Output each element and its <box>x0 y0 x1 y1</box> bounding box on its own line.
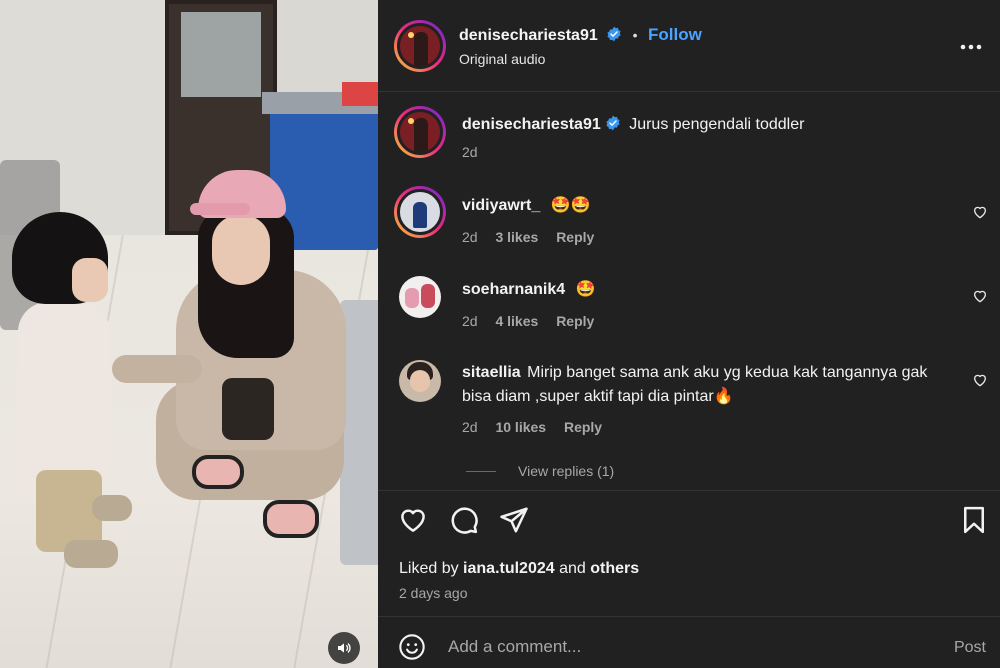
author-line: denisechariesta91 • Follow <box>459 25 702 45</box>
comment-like-heart-icon[interactable] <box>972 372 988 388</box>
comment-username[interactable]: soeharnanik4 <box>462 281 565 298</box>
post-header: denisechariesta91 • Follow Original audi… <box>378 0 1000 92</box>
comment-avatar-image <box>397 189 443 235</box>
comment-avatar[interactable] <box>399 360 441 402</box>
comment-text: vidiyawrt_ 🤩🤩 <box>462 194 942 218</box>
emoji-icon[interactable] <box>398 633 426 661</box>
comment-likes[interactable]: 10 likes <box>495 419 546 435</box>
post-details-panel: denisechariesta91 • Follow Original audi… <box>378 0 1000 668</box>
comment-avatar[interactable] <box>394 186 446 238</box>
liked-by-mid: and <box>554 560 591 577</box>
post-date[interactable]: 2 days ago <box>399 585 468 601</box>
comment-icon[interactable] <box>449 505 479 535</box>
verified-badge-icon <box>606 115 620 131</box>
reply-button[interactable]: Reply <box>556 313 594 329</box>
toddler-shirt <box>18 302 110 484</box>
caption-author-avatar[interactable] <box>394 106 446 158</box>
caption-username[interactable]: denisechariesta91 <box>462 116 601 133</box>
woman-shoe-right <box>263 500 319 538</box>
woman-arm <box>112 355 202 383</box>
comment-likes[interactable]: 4 likes <box>495 313 538 329</box>
avatar-figure <box>414 118 428 152</box>
toddler-face <box>72 258 108 302</box>
post-media-video[interactable] <box>0 0 378 668</box>
caption-text: denisechariesta91 Jurus pengendali toddl… <box>462 113 942 137</box>
more-options-icon[interactable] <box>960 38 982 50</box>
comment-body: 🤩🤩 <box>550 197 591 214</box>
comment-text: sitaellia Mirip banget sama ank aku yg k… <box>462 361 942 409</box>
liked-by-line: Liked by iana.tul2024 and others <box>399 560 639 578</box>
woman-cap-brim <box>190 203 250 215</box>
comment-item: soeharnanik4 🤩 2d 4 likes Reply <box>378 272 1000 342</box>
door-glass <box>181 12 261 97</box>
woman-face <box>212 215 270 285</box>
comment-body: Mirip banget sama ank aku yg kedua kak t… <box>462 364 928 405</box>
comment-avatar[interactable] <box>399 276 441 318</box>
comment-age: 2d <box>462 229 478 245</box>
replies-divider-line <box>466 470 496 472</box>
comment-like-heart-icon[interactable] <box>972 204 988 220</box>
comment-username[interactable]: vidiyawrt_ <box>462 197 540 214</box>
post-comment-button[interactable]: Post <box>954 639 986 657</box>
comment-item: vidiyawrt_ 🤩🤩 2d 3 likes Reply <box>378 186 1000 256</box>
comment-body: 🤩 <box>575 281 596 298</box>
avatar-figure <box>414 32 428 66</box>
liked-by-others[interactable]: others <box>590 560 639 577</box>
toddler-shoe-left <box>64 540 118 568</box>
avatar-figure <box>413 202 427 228</box>
comment-age: 2d <box>462 419 478 435</box>
caption-author-avatar-image <box>397 109 443 155</box>
comment-likes[interactable]: 3 likes <box>495 229 538 245</box>
share-icon[interactable] <box>499 505 529 535</box>
post-actions: Liked by iana.tul2024 and others 2 days … <box>378 490 1000 616</box>
speaker-icon <box>338 643 351 653</box>
reply-button[interactable]: Reply <box>556 229 594 245</box>
caption-age: 2d <box>462 144 478 160</box>
comment-composer: Post <box>378 616 1000 668</box>
author-avatar-image <box>397 23 443 69</box>
heart-icon[interactable] <box>398 505 428 535</box>
audio-label[interactable]: Original audio <box>459 51 545 67</box>
comment-like-heart-icon[interactable] <box>972 288 988 304</box>
post-caption: denisechariesta91 Jurus pengendali toddl… <box>378 104 1000 174</box>
reply-button[interactable]: Reply <box>564 419 602 435</box>
comment-age: 2d <box>462 313 478 329</box>
comment-input[interactable] <box>448 633 908 661</box>
follow-button[interactable]: Follow <box>648 25 702 44</box>
verified-badge-icon <box>607 26 621 42</box>
caption-meta: 2d <box>462 144 492 160</box>
comment-username[interactable]: sitaellia <box>462 364 521 381</box>
view-replies-label: View replies (1) <box>518 463 615 479</box>
author-avatar[interactable] <box>394 20 446 72</box>
avatar-face <box>410 370 430 392</box>
mute-toggle-button[interactable] <box>328 632 360 664</box>
woman-shoe-left <box>192 455 244 489</box>
bookmark-icon[interactable] <box>959 505 989 535</box>
view-replies-button[interactable]: View replies (1) <box>466 463 614 479</box>
avatar-figure <box>421 284 435 308</box>
caption-body: Jurus pengendali toddler <box>629 116 805 133</box>
comment-meta: 2d 3 likes Reply <box>462 229 608 245</box>
toddler-shoe-right <box>92 495 132 521</box>
author-username[interactable]: denisechariesta91 <box>459 27 598 44</box>
woman-bag <box>222 378 274 440</box>
avatar-figure <box>405 288 419 308</box>
comment-meta: 2d 4 likes Reply <box>462 313 608 329</box>
liked-by-prefix: Liked by <box>399 560 464 577</box>
header-separator: • <box>632 27 638 43</box>
comment-meta: 2d 10 likes Reply <box>462 419 616 435</box>
comment-item: sitaellia Mirip banget sama ank aku yg k… <box>378 356 1000 456</box>
liked-by-user[interactable]: iana.tul2024 <box>463 560 555 577</box>
cleaning-cart-bucket <box>342 82 378 106</box>
comment-text: soeharnanik4 🤩 <box>462 278 942 302</box>
